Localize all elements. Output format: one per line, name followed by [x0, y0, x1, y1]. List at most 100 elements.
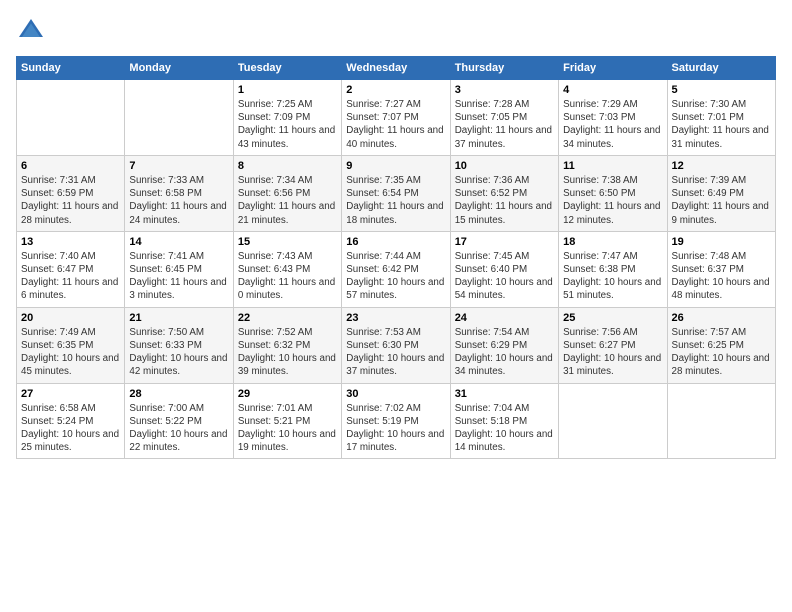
- day-number: 10: [455, 160, 554, 172]
- calendar-cell: [125, 80, 233, 156]
- calendar-cell: 18 Sunrise: 7:47 AM Sunset: 6:38 PM Dayli…: [559, 231, 667, 307]
- day-info: Sunrise: 7:30 AM Sunset: 7:01 PM Dayligh…: [672, 98, 771, 151]
- calendar-week-row: 6 Sunrise: 7:31 AM Sunset: 6:59 PM Daylig…: [17, 155, 776, 231]
- day-info: Sunrise: 7:27 AM Sunset: 7:07 PM Dayligh…: [346, 98, 445, 151]
- day-info: Sunrise: 7:31 AM Sunset: 6:59 PM Dayligh…: [21, 174, 120, 227]
- calendar-cell: 7 Sunrise: 7:33 AM Sunset: 6:58 PM Daylig…: [125, 155, 233, 231]
- page-header: [16, 16, 776, 46]
- calendar-cell: 8Sunrise: 7:34 AM Sunset: 6:56 PM Daylig…: [233, 155, 341, 231]
- day-info: Sunrise: 7:36 AM Sunset: 6:52 PM Dayligh…: [455, 174, 554, 227]
- calendar-cell: 9 Sunrise: 7:35 AM Sunset: 6:54 PM Daylig…: [342, 155, 450, 231]
- day-number: 23: [346, 312, 445, 324]
- day-info: Sunrise: 7:48 AM Sunset: 6:37 PM Dayligh…: [672, 250, 771, 303]
- day-number: 4: [563, 84, 662, 96]
- weekday-header: Monday: [125, 57, 233, 80]
- calendar-week-row: 27 Sunrise: 6:58 AM Sunset: 5:24 PM Dayli…: [17, 383, 776, 459]
- calendar-cell: 21Sunrise: 7:50 AM Sunset: 6:33 PM Dayli…: [125, 307, 233, 383]
- day-number: 6: [21, 160, 120, 172]
- logo-icon: [16, 16, 46, 46]
- calendar-cell: 14 Sunrise: 7:41 AM Sunset: 6:45 PM Dayli…: [125, 231, 233, 307]
- day-number: 9: [346, 160, 445, 172]
- logo: [16, 16, 50, 46]
- day-number: 31: [455, 388, 554, 400]
- day-number: 29: [238, 388, 337, 400]
- day-number: 28: [129, 388, 228, 400]
- day-number: 14: [129, 236, 228, 248]
- day-number: 27: [21, 388, 120, 400]
- day-number: 20: [21, 312, 120, 324]
- day-info: Sunrise: 7:57 AM Sunset: 6:25 PM Dayligh…: [672, 326, 771, 379]
- weekday-header: Saturday: [667, 57, 775, 80]
- day-info: Sunrise: 7:38 AM Sunset: 6:50 PM Dayligh…: [563, 174, 662, 227]
- calendar-cell: 31 Sunrise: 7:04 AM Sunset: 5:18 PM Dayli…: [450, 383, 558, 459]
- day-number: 8: [238, 160, 337, 172]
- calendar-cell: 22 Sunrise: 7:52 AM Sunset: 6:32 PM Dayli…: [233, 307, 341, 383]
- day-info: Sunrise: 7:39 AM Sunset: 6:49 PM Dayligh…: [672, 174, 771, 227]
- day-number: 30: [346, 388, 445, 400]
- day-info: Sunrise: 7:52 AM Sunset: 6:32 PM Dayligh…: [238, 326, 337, 379]
- day-info: Sunrise: 7:40 AM Sunset: 6:47 PM Dayligh…: [21, 250, 120, 303]
- day-number: 2: [346, 84, 445, 96]
- calendar-cell: 19 Sunrise: 7:48 AM Sunset: 6:37 PM Dayli…: [667, 231, 775, 307]
- day-info: Sunrise: 7:44 AM Sunset: 6:42 PM Dayligh…: [346, 250, 445, 303]
- day-number: 15: [238, 236, 337, 248]
- day-number: 25: [563, 312, 662, 324]
- calendar-cell: [667, 383, 775, 459]
- day-number: 24: [455, 312, 554, 324]
- day-number: 3: [455, 84, 554, 96]
- calendar-cell: 2 Sunrise: 7:27 AM Sunset: 7:07 PM Daylig…: [342, 80, 450, 156]
- day-number: 18: [563, 236, 662, 248]
- day-number: 11: [563, 160, 662, 172]
- calendar-cell: 13 Sunrise: 7:40 AM Sunset: 6:47 PM Dayli…: [17, 231, 125, 307]
- day-info: Sunrise: 7:45 AM Sunset: 6:40 PM Dayligh…: [455, 250, 554, 303]
- calendar-header-row: SundayMondayTuesdayWednesdayThursdayFrid…: [17, 57, 776, 80]
- day-info: Sunrise: 7:25 AM Sunset: 7:09 PM Dayligh…: [238, 98, 337, 151]
- day-number: 7: [129, 160, 228, 172]
- calendar-cell: 3 Sunrise: 7:28 AM Sunset: 7:05 PM Daylig…: [450, 80, 558, 156]
- day-info: Sunrise: 7:29 AM Sunset: 7:03 PM Dayligh…: [563, 98, 662, 151]
- calendar-table: SundayMondayTuesdayWednesdayThursdayFrid…: [16, 56, 776, 459]
- day-info: Sunrise: 6:58 AM Sunset: 5:24 PM Dayligh…: [21, 402, 120, 455]
- day-info: Sunrise: 7:33 AM Sunset: 6:58 PM Dayligh…: [129, 174, 228, 227]
- calendar-cell: 12 Sunrise: 7:39 AM Sunset: 6:49 PM Dayli…: [667, 155, 775, 231]
- calendar-cell: 24 Sunrise: 7:54 AM Sunset: 6:29 PM Dayli…: [450, 307, 558, 383]
- day-info: Sunrise: 7:43 AM Sunset: 6:43 PM Dayligh…: [238, 250, 337, 303]
- day-number: 13: [21, 236, 120, 248]
- day-number: 16: [346, 236, 445, 248]
- day-info: Sunrise: 7:28 AM Sunset: 7:05 PM Dayligh…: [455, 98, 554, 151]
- calendar-week-row: 13 Sunrise: 7:40 AM Sunset: 6:47 PM Dayli…: [17, 231, 776, 307]
- day-info: Sunrise: 7:49 AM Sunset: 6:35 PM Dayligh…: [21, 326, 120, 379]
- day-info: Sunrise: 7:00 AM Sunset: 5:22 PM Dayligh…: [129, 402, 228, 455]
- calendar-cell: 1Sunrise: 7:25 AM Sunset: 7:09 PM Daylig…: [233, 80, 341, 156]
- calendar-cell: 20 Sunrise: 7:49 AM Sunset: 6:35 PM Dayli…: [17, 307, 125, 383]
- calendar-cell: 10 Sunrise: 7:36 AM Sunset: 6:52 PM Dayli…: [450, 155, 558, 231]
- weekday-header: Sunday: [17, 57, 125, 80]
- day-info: Sunrise: 7:47 AM Sunset: 6:38 PM Dayligh…: [563, 250, 662, 303]
- calendar-cell: 26 Sunrise: 7:57 AM Sunset: 6:25 PM Dayli…: [667, 307, 775, 383]
- calendar-cell: 25Sunrise: 7:56 AM Sunset: 6:27 PM Dayli…: [559, 307, 667, 383]
- day-number: 19: [672, 236, 771, 248]
- calendar-week-row: 20 Sunrise: 7:49 AM Sunset: 6:35 PM Dayli…: [17, 307, 776, 383]
- calendar-cell: [17, 80, 125, 156]
- weekday-header: Thursday: [450, 57, 558, 80]
- day-number: 22: [238, 312, 337, 324]
- day-number: 12: [672, 160, 771, 172]
- calendar-week-row: 1Sunrise: 7:25 AM Sunset: 7:09 PM Daylig…: [17, 80, 776, 156]
- day-info: Sunrise: 7:54 AM Sunset: 6:29 PM Dayligh…: [455, 326, 554, 379]
- day-number: 17: [455, 236, 554, 248]
- day-info: Sunrise: 7:01 AM Sunset: 5:21 PM Dayligh…: [238, 402, 337, 455]
- weekday-header: Friday: [559, 57, 667, 80]
- day-number: 26: [672, 312, 771, 324]
- calendar-cell: 6 Sunrise: 7:31 AM Sunset: 6:59 PM Daylig…: [17, 155, 125, 231]
- calendar-cell: 11 Sunrise: 7:38 AM Sunset: 6:50 PM Dayli…: [559, 155, 667, 231]
- weekday-header: Tuesday: [233, 57, 341, 80]
- day-info: Sunrise: 7:04 AM Sunset: 5:18 PM Dayligh…: [455, 402, 554, 455]
- calendar-cell: 16 Sunrise: 7:44 AM Sunset: 6:42 PM Dayli…: [342, 231, 450, 307]
- weekday-header: Wednesday: [342, 57, 450, 80]
- calendar-cell: 5Sunrise: 7:30 AM Sunset: 7:01 PM Daylig…: [667, 80, 775, 156]
- day-number: 21: [129, 312, 228, 324]
- calendar-cell: [559, 383, 667, 459]
- calendar-cell: 28 Sunrise: 7:00 AM Sunset: 5:22 PM Dayli…: [125, 383, 233, 459]
- day-info: Sunrise: 7:35 AM Sunset: 6:54 PM Dayligh…: [346, 174, 445, 227]
- day-info: Sunrise: 7:41 AM Sunset: 6:45 PM Dayligh…: [129, 250, 228, 303]
